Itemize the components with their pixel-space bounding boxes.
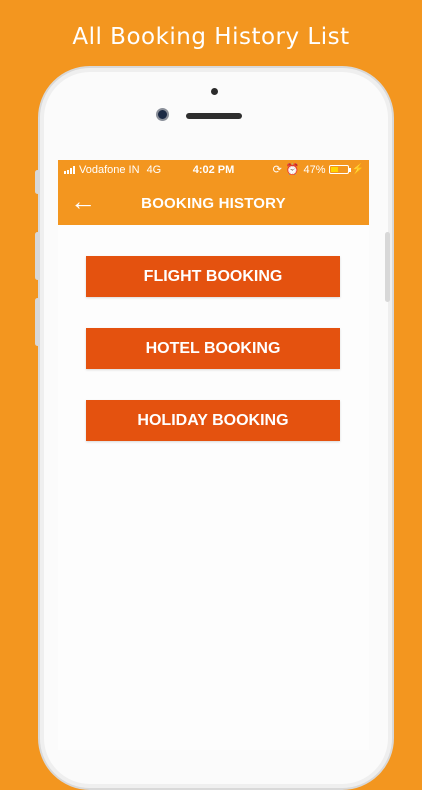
app-screen: Vodafone IN 4G 4:02 PM ⟳ ⏰ 47% ⚡ ← BOOKI… xyxy=(58,160,369,750)
alarm-icon: ⏰ xyxy=(285,164,300,176)
status-bar: Vodafone IN 4G 4:02 PM ⟳ ⏰ 47% ⚡ xyxy=(58,160,369,180)
rotation-lock-icon: ⟳ xyxy=(272,164,282,176)
booking-menu: FLIGHT BOOKING HOTEL BOOKING HOLIDAY BOO… xyxy=(58,225,369,750)
mute-switch xyxy=(35,170,40,194)
charging-icon: ⚡ xyxy=(351,164,364,175)
page-title: BOOKING HISTORY xyxy=(141,195,286,212)
battery-icon xyxy=(328,165,351,174)
battery-percent: 47% xyxy=(303,163,326,176)
volume-down-button xyxy=(35,298,40,346)
front-camera xyxy=(156,108,169,121)
power-button xyxy=(385,232,390,302)
flight-booking-button[interactable]: FLIGHT BOOKING xyxy=(86,256,340,297)
proximity-sensor xyxy=(211,88,218,95)
holiday-booking-button[interactable]: HOLIDAY BOOKING xyxy=(86,400,340,441)
status-right: ⟳ ⏰ 47% ⚡ xyxy=(272,163,364,177)
earpiece-speaker xyxy=(186,113,242,119)
promo-caption: All Booking History List xyxy=(72,24,350,50)
volume-up-button xyxy=(35,232,40,280)
battery-fill xyxy=(330,167,339,172)
hotel-booking-button[interactable]: HOTEL BOOKING xyxy=(86,328,340,369)
app-header: ← BOOKING HISTORY xyxy=(58,180,369,225)
